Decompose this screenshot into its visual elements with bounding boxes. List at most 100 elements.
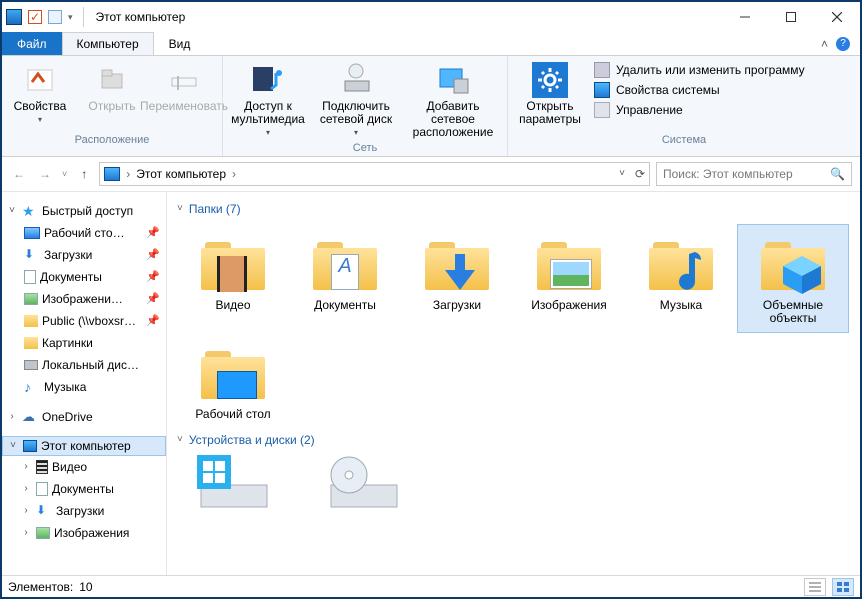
window-buttons	[722, 2, 860, 32]
downloads-folder-icon	[422, 231, 492, 295]
nav-arrows: ← → ˅ ↑	[10, 165, 93, 183]
tree-item-downloads[interactable]: ⬇Загрузки📌	[2, 244, 166, 266]
item-documents[interactable]: A Документы	[289, 224, 401, 334]
item-local-disk[interactable]	[177, 455, 287, 509]
disk-icon	[24, 360, 38, 370]
tree-this-pc[interactable]: ˅Этот компьютер	[2, 436, 166, 456]
sysprops-icon	[594, 82, 610, 98]
chevron-right-icon[interactable]	[232, 167, 236, 181]
view-icons-button[interactable]	[832, 578, 854, 596]
history-dropdown-icon[interactable]: ˅	[62, 169, 67, 179]
music-folder-icon	[646, 231, 716, 295]
qa-properties-icon[interactable]: ✓	[28, 10, 42, 24]
dropdown-icon: ▾	[266, 128, 270, 137]
expand-icon[interactable]: ›	[20, 505, 32, 516]
qa-dropdown-icon[interactable]: ▾	[68, 12, 73, 23]
netdrive-icon	[338, 62, 374, 98]
pin-icon: 📌	[146, 226, 160, 239]
item-desktop[interactable]: Рабочий стол	[177, 333, 289, 429]
back-button[interactable]: ←	[10, 165, 28, 183]
nav-tree[interactable]: ˅★Быстрый доступ Рабочий сто…📌 ⬇Загрузки…	[2, 192, 167, 575]
collapse-icon[interactable]: ˅	[7, 440, 19, 451]
ribbon: Свойства ▾ Открыть Переименовать Располо…	[2, 56, 860, 157]
item-music[interactable]: Музыка	[625, 224, 737, 334]
expand-icon[interactable]: ›	[6, 411, 18, 422]
group-header-folders[interactable]: ˅Папки (7)	[177, 202, 850, 216]
search-input[interactable]: Поиск: Этот компьютер 🔍	[656, 162, 852, 186]
expand-icon[interactable]: ›	[20, 483, 32, 494]
minimize-button[interactable]	[722, 2, 768, 32]
tree-onedrive[interactable]: ›☁OneDrive	[2, 406, 166, 428]
item-dvd-drive[interactable]	[307, 455, 417, 509]
maximize-button[interactable]	[768, 2, 814, 32]
search-placeholder: Поиск: Этот компьютер	[663, 167, 793, 181]
titlebar: ✓ ▾ Этот компьютер	[2, 2, 860, 32]
view-details-button[interactable]	[804, 578, 826, 596]
breadcrumb-dropdown-icon[interactable]: ˅	[619, 168, 625, 179]
tree-quick-access[interactable]: ˅★Быстрый доступ	[2, 200, 166, 222]
group-header-drives[interactable]: ˅Устройства и диски (2)	[177, 433, 850, 447]
tab-file[interactable]: Файл	[2, 32, 62, 55]
breadcrumb-current[interactable]: Этот компьютер	[136, 167, 226, 181]
tree-item-docs[interactable]: ›Документы	[2, 478, 166, 500]
media-access-button[interactable]: Доступ к мультимедиа ▾	[229, 60, 307, 140]
system-properties-button[interactable]: Свойства системы	[594, 82, 720, 98]
window-title: Этот компьютер	[96, 10, 186, 24]
item-images[interactable]: Изображения	[513, 224, 625, 334]
search-icon: 🔍	[830, 167, 845, 181]
uninstall-icon	[594, 62, 610, 78]
tree-item-images[interactable]: Изображени…📌	[2, 288, 166, 310]
pin-icon: 📌	[146, 314, 160, 327]
tree-item-public[interactable]: Public (\\vboxsr…📌	[2, 310, 166, 332]
tree-item-video[interactable]: ›Видео	[2, 456, 166, 478]
map-drive-button[interactable]: Подключить сетевой диск ▾	[315, 60, 397, 140]
open-settings-button[interactable]: Открыть параметры	[514, 60, 586, 132]
local-disk-icon	[187, 455, 277, 509]
uninstall-programs-button[interactable]: Удалить или изменить программу	[594, 62, 805, 78]
netloc-icon	[435, 62, 471, 98]
add-netlocation-button[interactable]: Добавить сетевое расположение	[405, 60, 501, 140]
tree-item-pictures[interactable]: Картинки	[2, 332, 166, 354]
collapse-icon[interactable]: ˅	[177, 203, 183, 214]
item-3d-objects[interactable]: Объемные объекты	[737, 224, 849, 334]
item-video[interactable]: Видео	[177, 224, 289, 334]
tree-item-img[interactable]: ›Изображения	[2, 522, 166, 544]
item-downloads[interactable]: Загрузки	[401, 224, 513, 334]
tree-item-music[interactable]: ♪Музыка	[2, 376, 166, 398]
qa-newwindow-icon[interactable]	[48, 10, 62, 24]
document-icon	[36, 482, 48, 496]
tab-computer[interactable]: Компьютер	[62, 32, 154, 55]
expand-icon[interactable]: ›	[20, 461, 32, 472]
desktop-folder-icon	[198, 340, 268, 404]
tab-view[interactable]: Вид	[154, 32, 206, 55]
tree-item-desktop[interactable]: Рабочий сто…📌	[2, 222, 166, 244]
up-button[interactable]: ↑	[75, 165, 93, 183]
help-icon[interactable]: ?	[836, 37, 850, 51]
forward-button[interactable]: →	[36, 165, 54, 183]
tree-item-localdisk[interactable]: Локальный дис…	[2, 354, 166, 376]
document-icon	[24, 270, 36, 284]
tree-item-down[interactable]: ›⬇Загрузки	[2, 500, 166, 522]
desktop-icon	[24, 227, 40, 239]
body: ˅★Быстрый доступ Рабочий сто…📌 ⬇Загрузки…	[2, 191, 860, 575]
breadcrumb[interactable]: Этот компьютер ˅ ⟳	[99, 162, 650, 186]
refresh-button[interactable]: ⟳	[635, 167, 645, 181]
manage-button[interactable]: Управление	[594, 102, 683, 118]
folder-icon	[24, 315, 38, 327]
properties-button[interactable]: Свойства ▾	[8, 60, 72, 132]
collapse-icon[interactable]: ˅	[177, 434, 183, 445]
manage-icon	[594, 102, 610, 118]
documents-folder-icon: A	[310, 231, 380, 295]
close-button[interactable]	[814, 2, 860, 32]
collapse-icon[interactable]: ˅	[6, 205, 18, 216]
rename-icon	[166, 62, 202, 98]
open-icon	[94, 62, 130, 98]
chevron-right-icon[interactable]	[126, 167, 130, 181]
pc-icon	[23, 440, 37, 452]
image-icon	[36, 527, 50, 539]
ribbon-collapse-icon[interactable]: ˄	[821, 37, 828, 51]
tree-item-documents[interactable]: Документы📌	[2, 266, 166, 288]
expand-icon[interactable]: ›	[20, 527, 32, 538]
content-pane[interactable]: ˅Папки (7) Видео A Документы Загрузки Из…	[167, 192, 860, 575]
music-icon: ♪	[24, 379, 40, 395]
